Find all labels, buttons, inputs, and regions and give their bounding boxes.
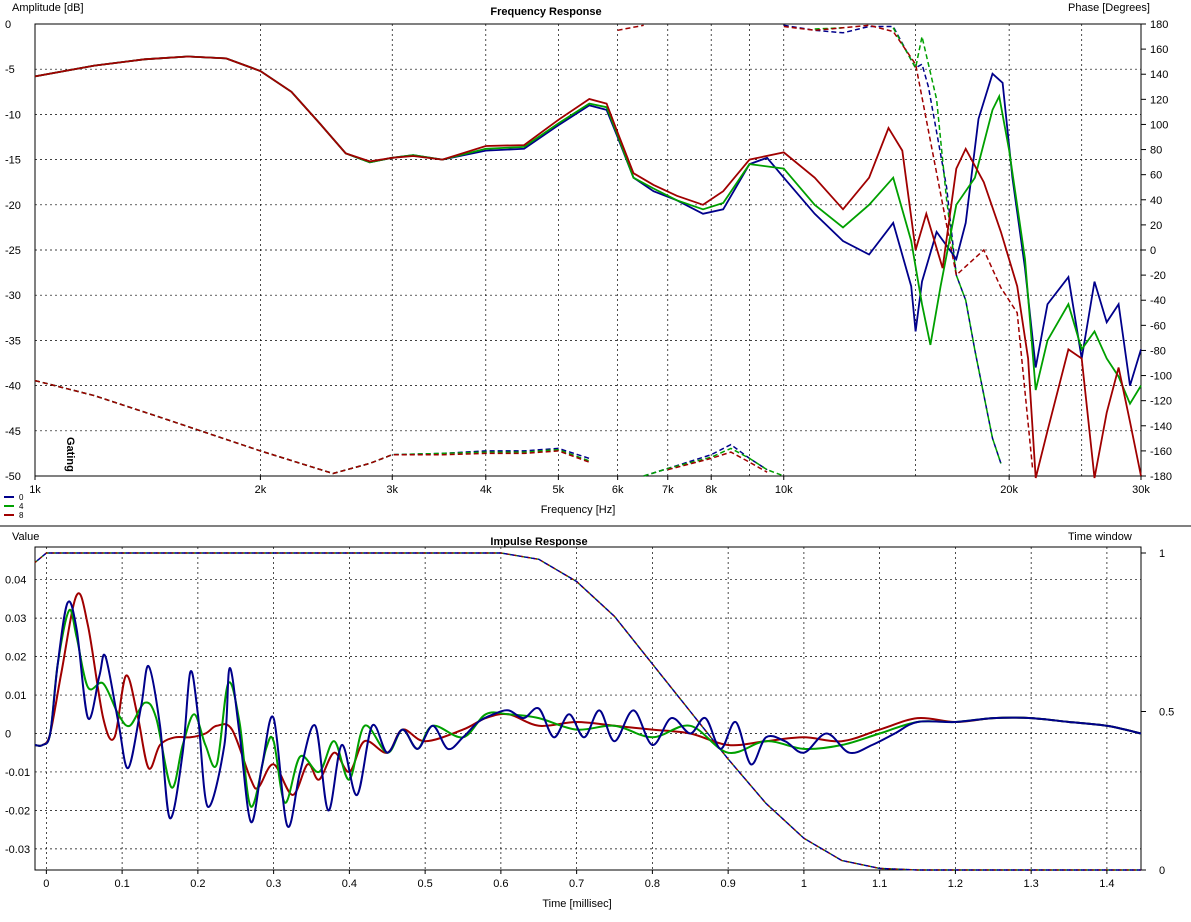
fr-x-tick-label: 7k bbox=[662, 484, 674, 496]
fr-phase-tick-label: 100 bbox=[1150, 119, 1168, 131]
fr-phase-tick-label: -60 bbox=[1150, 320, 1166, 332]
ir-y-tick-label: -0.02 bbox=[5, 805, 30, 817]
ir-y-tick-label: 0 bbox=[5, 728, 11, 740]
fr-y-tick-label: -50 bbox=[5, 471, 21, 483]
ir-y-axis-label: Value bbox=[12, 531, 39, 543]
fr-y-tick-label: -30 bbox=[5, 290, 21, 302]
ir-x-tick-label: 1.2 bbox=[948, 878, 963, 890]
fr-phase-tick-label: -140 bbox=[1150, 421, 1172, 433]
fr-phase-tick-label: -20 bbox=[1150, 270, 1166, 282]
impulse-response-chart: 0 0.1 0.2 0.3 0.4 0.5 0.6 0.7 0.8 0.9 1 1.1 1.2 1.3 1.… bbox=[5, 531, 1174, 910]
fr-x-tick-label: 1k bbox=[29, 484, 41, 496]
ir-x-tick-label: 1.3 bbox=[1024, 878, 1039, 890]
ir-x-tick-label: 0 bbox=[43, 878, 49, 890]
fr-x-tick-label: 5k bbox=[553, 484, 565, 496]
ir-x-tick-label: 0.2 bbox=[190, 878, 205, 890]
ir-window-tick-label: 0 bbox=[1159, 865, 1165, 877]
fr-x-tick-label: 6k bbox=[612, 484, 624, 496]
fr-y-tick-label: -25 bbox=[5, 245, 21, 257]
ir-y-tick-label: 0.01 bbox=[5, 690, 26, 702]
fr-y-tick-label: -35 bbox=[5, 335, 21, 347]
fr-y-tick-label: -15 bbox=[5, 155, 21, 167]
ir-x-tick-label: 0.4 bbox=[342, 878, 357, 890]
fr-phase-tick-label: -160 bbox=[1150, 446, 1172, 458]
legend-label-8: 8 bbox=[19, 511, 24, 520]
fr-phase-tick-label: 60 bbox=[1150, 170, 1162, 182]
fr-phase-tick-label: 160 bbox=[1150, 44, 1168, 56]
ir-y-tick-label: 0.04 bbox=[5, 575, 26, 587]
measurement-window: 1k 2k 3k 4k 5k 6k 7k 8k 10k 20k 30k 0 -5 -10 -15 -20 -2… bbox=[0, 0, 1191, 922]
fr-x-tick-label: 20k bbox=[1000, 484, 1018, 496]
fr-y-tick-label: 0 bbox=[5, 19, 11, 31]
fr-y-tick-label: -10 bbox=[5, 109, 21, 121]
fr-x-tick-label: 4k bbox=[480, 484, 492, 496]
fr-phase-tick-label: -100 bbox=[1150, 371, 1172, 383]
fr-y-tick-label: -5 bbox=[5, 64, 15, 76]
ir-x-tick-label: 0.6 bbox=[493, 878, 508, 890]
ir-x-tick-label: 0.8 bbox=[645, 878, 660, 890]
fr-y-tick-label: -20 bbox=[5, 200, 21, 212]
fr-phase-tick-label: -180 bbox=[1150, 471, 1172, 483]
fr-x-tick-label: 3k bbox=[386, 484, 398, 496]
fr-x-tick-label: 2k bbox=[255, 484, 267, 496]
fr-phase-tick-label: 140 bbox=[1150, 69, 1168, 81]
ir-x-tick-label: 0.5 bbox=[417, 878, 432, 890]
fr-phase-tick-label: -80 bbox=[1150, 345, 1166, 357]
gating-marker[interactable]: Gating bbox=[64, 437, 76, 472]
ir-y-tick-label: 0.03 bbox=[5, 613, 26, 625]
legend-label-4: 4 bbox=[19, 502, 24, 511]
fr-legend: 048 bbox=[4, 493, 24, 520]
fr-phase-tick-label: -120 bbox=[1150, 396, 1172, 408]
ir-x-tick-label: 0.3 bbox=[266, 878, 281, 890]
ir-window-axis-label: Time window bbox=[1068, 531, 1132, 543]
fr-phase-tick-label: 120 bbox=[1150, 94, 1168, 106]
ir-chart-title: Impulse Response bbox=[490, 536, 587, 548]
fr-phase-tick-label: 40 bbox=[1150, 195, 1162, 207]
ir-window-tick-label: 1 bbox=[1159, 548, 1165, 560]
fr-y-axis-label: Amplitude [dB] bbox=[12, 2, 84, 14]
ir-x-tick-label: 1 bbox=[801, 878, 807, 890]
fr-x-axis-label: Frequency [Hz] bbox=[541, 504, 616, 516]
fr-chart-title: Frequency Response bbox=[490, 6, 601, 18]
fr-phase-tick-label: 20 bbox=[1150, 220, 1162, 232]
ir-x-tick-label: 0.9 bbox=[720, 878, 735, 890]
ir-x-tick-label: 1.1 bbox=[872, 878, 887, 890]
ir-y-tick-label: -0.01 bbox=[5, 767, 30, 779]
ir-y-tick-label: 0.02 bbox=[5, 652, 26, 664]
ir-x-tick-label: 0.1 bbox=[114, 878, 129, 890]
frequency-response-chart: 1k 2k 3k 4k 5k 6k 7k 8k 10k 20k 30k 0 -5 -10 -15 -20 -2… bbox=[4, 2, 1172, 520]
fr-phase-tick-label: 0 bbox=[1150, 245, 1156, 257]
fr-phase-axis-label: Phase [Degrees] bbox=[1068, 2, 1150, 14]
ir-plot-area bbox=[34, 546, 1142, 871]
fr-y-tick-label: -40 bbox=[5, 381, 21, 393]
ir-y-tick-label: -0.03 bbox=[5, 844, 30, 856]
ir-x-tick-label: 1.4 bbox=[1099, 878, 1114, 890]
fr-phase-tick-label: -40 bbox=[1150, 295, 1166, 307]
legend-label-0: 0 bbox=[19, 493, 24, 502]
fr-x-tick-label: 8k bbox=[705, 484, 717, 496]
fr-y-tick-label: -45 bbox=[5, 426, 21, 438]
ir-window-tick-label: 0.5 bbox=[1159, 707, 1174, 719]
ir-x-tick-label: 0.7 bbox=[569, 878, 584, 890]
fr-phase-tick-label: 80 bbox=[1150, 145, 1162, 157]
ir-x-axis-label: Time [millisec] bbox=[542, 898, 611, 910]
fr-x-tick-label: 30k bbox=[1132, 484, 1150, 496]
fr-x-tick-label: 10k bbox=[775, 484, 793, 496]
fr-phase-tick-label: 180 bbox=[1150, 19, 1168, 31]
